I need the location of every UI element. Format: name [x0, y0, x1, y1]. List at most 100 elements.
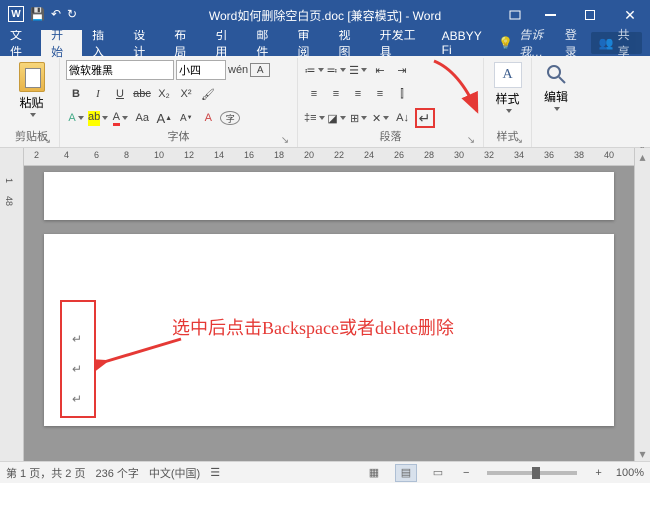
sort-icon[interactable]: A↓	[393, 108, 413, 128]
red-arrow-ribbon	[429, 56, 489, 126]
text-effect-icon[interactable]: A	[66, 108, 86, 128]
dialog-launcher-icon[interactable]: ↘	[41, 133, 53, 145]
char-scale-icon[interactable]: ✕	[371, 108, 391, 128]
underline-button[interactable]: U	[110, 84, 130, 104]
vertical-ruler[interactable]: 1 48	[0, 148, 24, 461]
strike-button[interactable]: abc	[132, 84, 152, 104]
redo-icon[interactable]: ↻	[67, 7, 77, 21]
align-right-icon[interactable]: ≡	[348, 84, 368, 104]
zoom-in-icon[interactable]: +	[591, 467, 605, 479]
group-styles: A 样式 样式↘	[484, 58, 532, 147]
zoom-slider[interactable]	[487, 471, 577, 475]
change-case-icon[interactable]: Aa	[132, 108, 152, 128]
paragraph-mark-icon: ↵	[72, 392, 82, 407]
format-painter-icon[interactable]: 🖌	[198, 84, 218, 104]
tab-design[interactable]: 设计	[123, 30, 164, 56]
group-label: 段落	[380, 131, 402, 143]
dialog-launcher-icon[interactable]: ↘	[279, 133, 291, 145]
increase-indent-icon[interactable]: ⇥	[392, 60, 412, 80]
shrink-font-icon[interactable]: A▼	[176, 108, 196, 128]
status-bar: 第 1 页，共 2 页 236 个字 中文(中国) ☰ ▦ ▤ ▭ − + 10…	[0, 461, 650, 483]
tab-insert[interactable]: 插入	[82, 30, 123, 56]
styles-button[interactable]: A 样式	[490, 60, 525, 115]
tab-review[interactable]: 审阅	[287, 30, 328, 56]
justify-icon[interactable]: ≡	[370, 84, 390, 104]
zoom-out-icon[interactable]: −	[459, 467, 473, 479]
undo-icon[interactable]: ↶	[51, 7, 61, 21]
dialog-launcher-icon[interactable]: ↘	[465, 133, 477, 145]
superscript-button[interactable]: X²	[176, 84, 196, 104]
tab-view[interactable]: 视图	[329, 30, 370, 56]
phonetic-icon[interactable]: wén	[228, 60, 248, 80]
zoom-level[interactable]: 100%	[616, 467, 644, 479]
tab-file[interactable]: 文件	[0, 30, 41, 56]
char-border-icon[interactable]: A	[250, 63, 270, 77]
enclose-char-icon[interactable]: 字	[220, 111, 240, 125]
tell-me[interactable]: 告诉我…	[519, 26, 559, 60]
red-arrow-annotation	[96, 334, 186, 374]
web-layout-icon[interactable]: ▭	[427, 464, 449, 482]
read-mode-icon[interactable]: ▦	[363, 464, 385, 482]
group-font: wén A B I U abc X₂ X² 🖌 A ab A Aa A▲ A▼ …	[60, 58, 298, 147]
share-icon: 👥	[599, 36, 614, 50]
subscript-button[interactable]: X₂	[154, 84, 174, 104]
status-word-count[interactable]: 236 个字	[95, 465, 138, 481]
page-1[interactable]	[44, 172, 614, 220]
horizontal-ruler[interactable]: 2 4 6 8 10 12 14 16 18 20 22 24 26 28 30…	[24, 148, 634, 166]
clear-format-icon[interactable]: A	[198, 108, 218, 128]
page-2[interactable]: ↵ ↵ ↵ 选中后点击Backspace或者delete删除	[44, 234, 614, 426]
quick-access-toolbar: W 💾 ↶ ↻	[8, 6, 77, 22]
tellme-icon: 💡	[498, 36, 513, 50]
group-paragraph: ≔ ≕ ☰ ⇤ ⇥ ≡ ≡ ≡ ≡ ⫿ ‡≡ ◪ ⊞ ✕ A↓ ↵ 段落	[298, 58, 484, 147]
word-icon: W	[8, 6, 24, 22]
shading-icon[interactable]: ◪	[327, 108, 347, 128]
vertical-scrollbar[interactable]: ▴ ▾	[634, 148, 650, 461]
paragraph-mark-icon: ↵	[72, 362, 82, 377]
status-language[interactable]: 中文(中国)	[149, 465, 200, 481]
save-icon[interactable]: 💾	[30, 7, 45, 21]
tab-developer[interactable]: 开发工具	[370, 30, 432, 56]
distributed-icon[interactable]: ⫿	[392, 84, 412, 104]
italic-button[interactable]: I	[88, 84, 108, 104]
window-title: Word如何删除空白页.doc [兼容模式] - Word	[209, 7, 441, 24]
multilevel-icon[interactable]: ☰	[348, 60, 368, 80]
tab-layout[interactable]: 布局	[164, 30, 205, 56]
styles-icon: A	[494, 62, 522, 88]
bullets-icon[interactable]: ≔	[304, 60, 324, 80]
numbering-icon[interactable]: ≕	[326, 60, 346, 80]
border-icon[interactable]: ⊞	[349, 108, 369, 128]
font-size-combo[interactable]	[176, 60, 226, 80]
document-area: L 1 48 2 4 6 8 10 12 14 16 18 20 22 24 2…	[0, 148, 650, 461]
group-clipboard: 粘贴 剪贴板↘	[4, 58, 60, 147]
grow-font-icon[interactable]: A▲	[154, 108, 174, 128]
print-layout-icon[interactable]: ▤	[395, 464, 417, 482]
font-name-combo[interactable]	[66, 60, 174, 80]
paragraph-mark-icon: ↵	[72, 332, 82, 347]
find-icon	[544, 62, 568, 86]
sign-in[interactable]: 登录	[565, 26, 585, 60]
ribbon-tabs: 文件 开始 插入 设计 布局 引用 邮件 审阅 视图 开发工具 ABBYY Fi…	[0, 30, 650, 56]
track-changes-icon[interactable]: ☰	[210, 466, 220, 479]
group-label	[538, 129, 574, 145]
page-canvas[interactable]: ↵ ↵ ↵ 选中后点击Backspace或者delete删除	[24, 166, 634, 461]
editing-button[interactable]: 编辑	[538, 60, 574, 113]
status-page[interactable]: 第 1 页，共 2 页	[6, 465, 85, 481]
tab-mailings[interactable]: 邮件	[246, 30, 287, 56]
decrease-indent-icon[interactable]: ⇤	[370, 60, 390, 80]
line-spacing-icon[interactable]: ‡≡	[304, 108, 325, 128]
align-center-icon[interactable]: ≡	[326, 84, 346, 104]
tab-home[interactable]: 开始	[41, 30, 82, 56]
dialog-launcher-icon[interactable]: ↘	[513, 133, 525, 145]
tab-references[interactable]: 引用	[205, 30, 246, 56]
align-left-icon[interactable]: ≡	[304, 84, 324, 104]
share-button[interactable]: 👥共享	[591, 32, 642, 54]
group-label: 字体	[168, 131, 190, 143]
selection-highlight: ↵ ↵ ↵	[60, 300, 96, 418]
bold-button[interactable]: B	[66, 84, 86, 104]
font-color-icon[interactable]: A	[110, 108, 130, 128]
tab-abbyy[interactable]: ABBYY Fi	[432, 30, 499, 56]
ribbon: 粘贴 剪贴板↘ wén A B I U abc X₂ X² 🖌	[0, 56, 650, 148]
paste-button[interactable]: 粘贴	[12, 60, 52, 119]
highlight-icon[interactable]: ab	[88, 108, 108, 128]
paste-icon	[19, 62, 45, 92]
